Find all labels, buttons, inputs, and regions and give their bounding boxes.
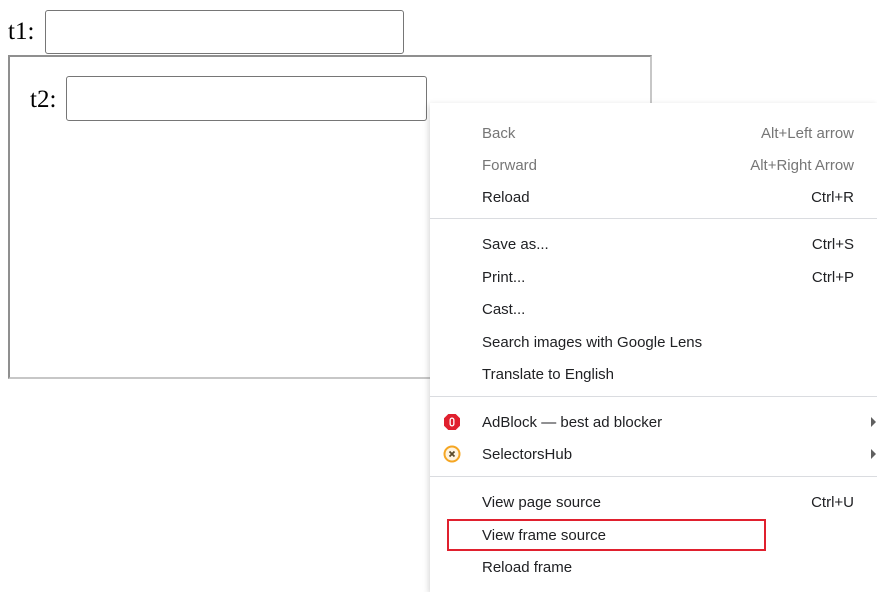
- menu-item-forward[interactable]: Forward Alt+Right Arrow: [430, 149, 877, 181]
- menu-item-cast[interactable]: Cast...: [430, 293, 877, 325]
- menu-item-label: Reload: [482, 188, 530, 206]
- t1-input[interactable]: [45, 10, 404, 54]
- selectorshub-icon: [443, 445, 461, 463]
- menu-item-label: AdBlock — best ad blocker: [482, 413, 663, 431]
- menu-item-label: Print...: [482, 268, 526, 286]
- menu-item-shortcut: Ctrl+P: [811, 268, 854, 286]
- menu-separator: [430, 396, 877, 397]
- submenu-arrow-icon: [871, 449, 876, 459]
- menu-item-print[interactable]: Print... Ctrl+P: [430, 261, 877, 293]
- menu-item-label: View frame source: [482, 526, 606, 544]
- menu-item-label: Forward: [482, 156, 538, 174]
- menu-separator: [430, 218, 877, 219]
- menu-item-label: Reload frame: [482, 558, 573, 576]
- t2-label: t2:: [30, 86, 57, 113]
- menu-separator: [430, 476, 877, 477]
- menu-item-label: Save as...: [482, 235, 549, 253]
- menu-item-view-page-source[interactable]: View page source Ctrl+U: [430, 486, 877, 518]
- t1-label: t1:: [8, 18, 35, 45]
- menu-item-label: Cast...: [482, 300, 526, 318]
- menu-item-shortcut: Ctrl+R: [811, 188, 854, 206]
- menu-item-reload[interactable]: Reload Ctrl+R: [430, 181, 877, 213]
- menu-item-view-frame-source[interactable]: View frame source: [430, 519, 877, 551]
- t2-input[interactable]: [66, 76, 427, 121]
- menu-item-shortcut: Ctrl+U: [811, 493, 854, 511]
- adblock-icon: [444, 414, 460, 430]
- submenu-arrow-icon: [871, 417, 876, 427]
- menu-item-shortcut: Alt+Right Arrow: [750, 156, 854, 174]
- menu-item-search-images-google-lens[interactable]: Search images with Google Lens: [430, 326, 877, 358]
- menu-item-label: Back: [482, 124, 516, 142]
- menu-item-label: Translate to English: [482, 365, 615, 383]
- menu-item-save-as[interactable]: Save as... Ctrl+S: [430, 228, 877, 260]
- menu-item-selectorshub[interactable]: SelectorsHub: [430, 438, 877, 470]
- menu-item-back[interactable]: Back Alt+Left arrow: [430, 117, 877, 149]
- menu-item-translate[interactable]: Translate to English: [430, 358, 877, 390]
- menu-item-reload-frame[interactable]: Reload frame: [430, 551, 877, 583]
- menu-item-adblock[interactable]: AdBlock — best ad blocker: [430, 406, 877, 438]
- menu-item-label: View page source: [482, 493, 601, 511]
- context-menu: Back Alt+Left arrow Forward Alt+Right Ar…: [430, 103, 877, 592]
- menu-item-shortcut: Ctrl+S: [811, 235, 854, 253]
- menu-item-label: SelectorsHub: [482, 445, 573, 463]
- menu-item-label: Search images with Google Lens: [482, 333, 703, 351]
- menu-item-shortcut: Alt+Left arrow: [761, 124, 854, 142]
